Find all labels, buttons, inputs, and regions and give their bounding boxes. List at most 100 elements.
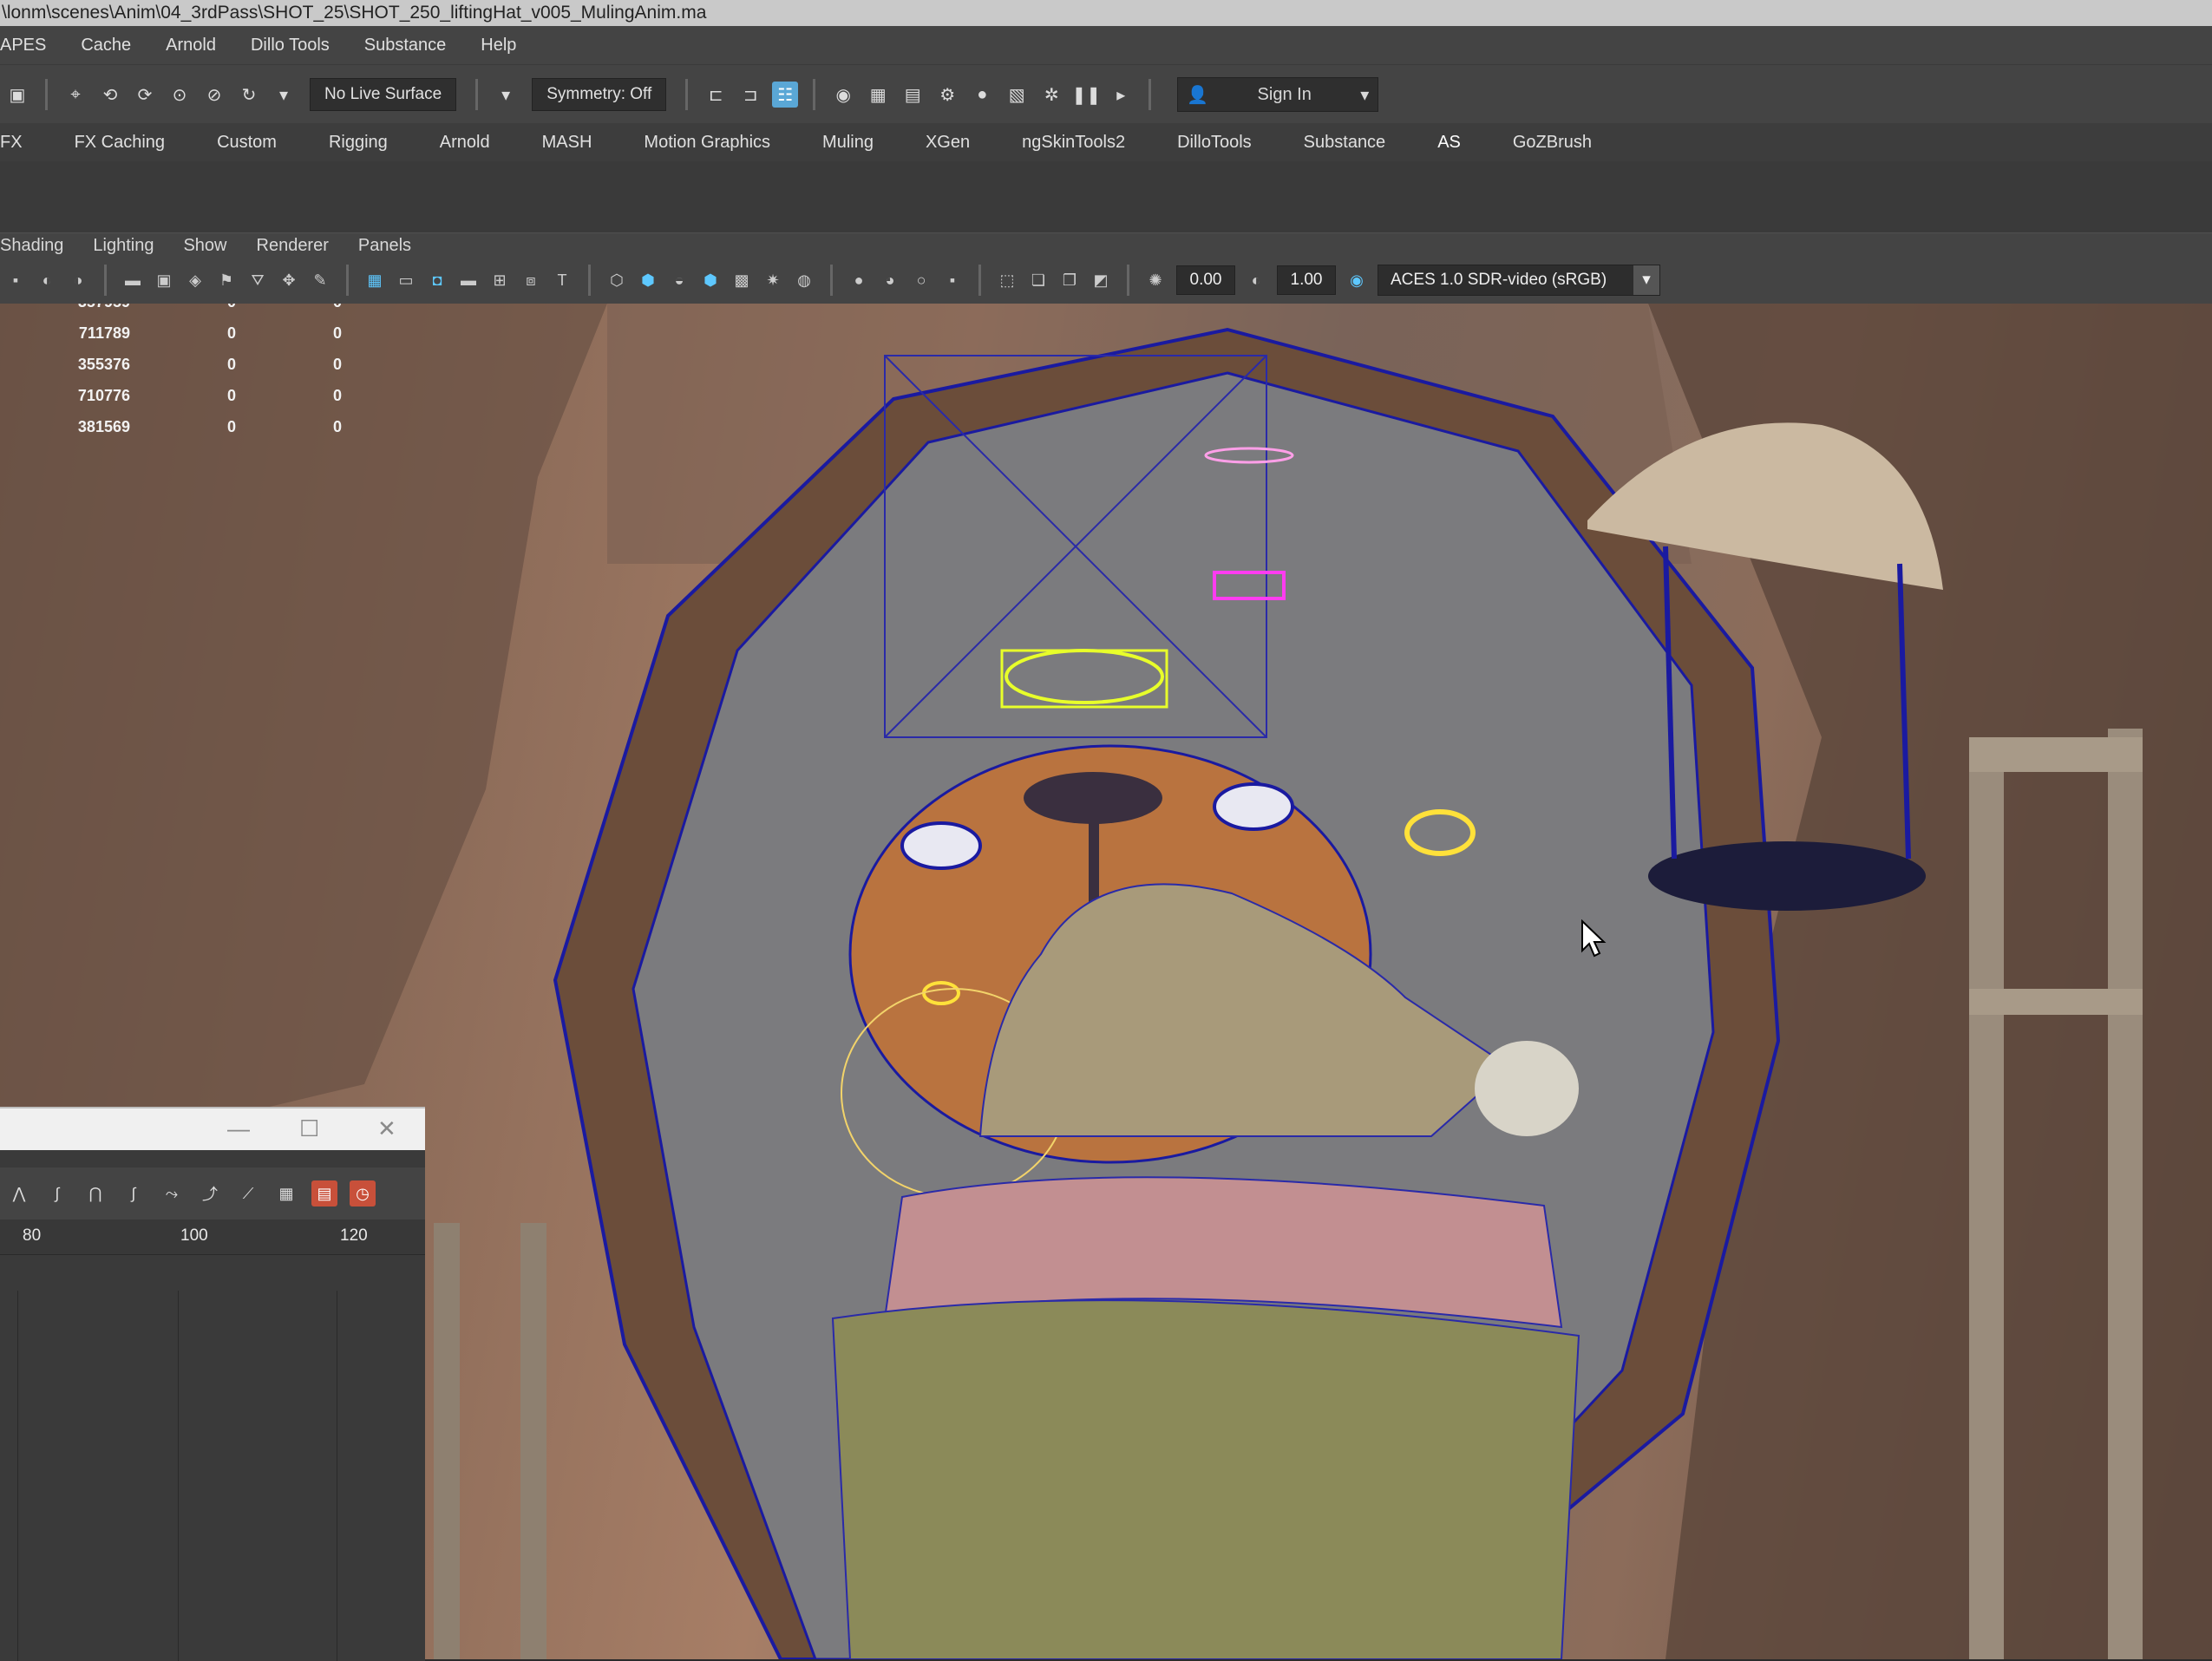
snap-vertex-icon[interactable]: ↻ [236,82,262,108]
render-sequence-icon[interactable]: ▧ [1004,82,1030,108]
tab-custom[interactable]: Custom [217,133,299,153]
tangent-linear-icon[interactable]: ∫ [121,1180,147,1207]
menu-substance[interactable]: Substance [364,36,447,56]
select-tool-icon[interactable]: ▣ [4,82,30,108]
keyframe-stats-icon[interactable]: ▤ [311,1180,337,1207]
motion-blur-icon[interactable]: ◕ [879,269,901,291]
render-frame-icon[interactable]: ▦ [865,82,891,108]
graph-editor-titlebar[interactable]: — ☐ ✕ [0,1108,425,1150]
safe-action-icon[interactable]: ⧈ [520,269,542,291]
resolution-gate-icon[interactable]: ◘ [426,269,448,291]
tab-arnold[interactable]: Arnold [440,133,513,153]
live-surface-field[interactable]: No Live Surface [310,78,457,111]
pause-icon[interactable]: ❚❚ [1072,82,1102,108]
tangent-step-icon[interactable]: ⤴ [197,1180,223,1207]
menu-lighting[interactable]: Lighting [93,236,154,256]
time-snap-icon[interactable]: ◷ [350,1180,376,1207]
arnold-render-icon[interactable]: ✲ [1038,82,1064,108]
shadows-icon[interactable]: ◍ [793,269,815,291]
camera-attributes-icon[interactable]: ◐ [36,269,58,291]
bookmark-flag-icon[interactable]: ⚑ [215,269,238,291]
tangent-flat-icon[interactable]: ⤳ [159,1180,185,1207]
symmetry-field[interactable]: Symmetry: Off [532,78,667,111]
dropdown-arrow-icon[interactable]: ▾ [271,82,297,108]
screen-space-ao-icon[interactable]: ● [847,269,870,291]
menu-cache[interactable]: Cache [81,36,131,56]
tab-motion-graphics[interactable]: Motion Graphics [644,133,793,153]
grease-pencil-icon[interactable]: ✎ [309,269,331,291]
buffer-curve-icon[interactable]: ▦ [273,1180,299,1207]
menu-renderer[interactable]: Renderer [257,236,329,256]
graph-editor-time-ruler[interactable]: 80 100 120 [0,1220,425,1255]
menu-shading[interactable]: Shading [0,236,63,256]
input-ops-icon[interactable]: ⊏ [703,82,729,108]
xray-icon[interactable]: ❏ [1027,269,1050,291]
tangent-clamped-icon[interactable]: ⋂ [82,1180,108,1207]
isolate-select-icon[interactable]: ⬚ [996,269,1018,291]
film-gate-icon[interactable]: ▭ [395,269,417,291]
tangent-plateau-icon[interactable]: ⟋ [235,1180,261,1207]
menu-dillo-tools[interactable]: Dillo Tools [251,36,330,56]
view-transform-select[interactable]: ACES 1.0 SDR-video (sRGB) ▾ [1378,265,1660,296]
tangent-auto-icon[interactable]: ⋀ [6,1180,32,1207]
field-chart-icon[interactable]: ⊞ [488,269,511,291]
select-camera-icon[interactable]: ▪ [4,269,27,291]
hypershade-icon[interactable]: ● [969,82,995,108]
render-settings-icon[interactable]: ⚙ [934,82,960,108]
menu-help[interactable]: Help [481,36,516,56]
grid-icon[interactable]: ▦ [363,269,386,291]
pan-zoom-icon[interactable]: ✥ [278,269,300,291]
xray-joints-icon[interactable]: ❐ [1058,269,1081,291]
lock-camera-icon[interactable]: ▣ [153,269,175,291]
lights-icon[interactable]: ✷ [762,269,784,291]
gamma-icon[interactable]: ◐ [1245,269,1267,291]
snap-view-icon[interactable]: ⊙ [167,82,193,108]
tab-ngskintools2[interactable]: ngSkinTools2 [1022,133,1148,153]
tab-gozbrush[interactable]: GoZBrush [1513,133,1614,153]
snap-point-icon[interactable]: ⟳ [132,82,158,108]
menu-arnold[interactable]: Arnold [166,36,216,56]
gate-mask-icon[interactable]: ▬ [457,269,480,291]
tab-rigging[interactable]: Rigging [329,133,410,153]
menu-panels[interactable]: Panels [358,236,411,256]
color-management-icon[interactable]: ◉ [1345,269,1368,291]
tab-as[interactable]: AS [1437,133,1483,153]
minimize-icon[interactable]: — [227,1115,250,1142]
tab-xgen[interactable]: XGen [926,133,992,153]
tab-muling[interactable]: Muling [822,133,896,153]
safe-title-icon[interactable]: T [551,269,573,291]
smooth-shade-icon[interactable]: ⬢ [637,269,659,291]
output-ops-icon[interactable]: ⊐ [737,82,763,108]
menu-show[interactable]: Show [183,236,226,256]
default-material-icon[interactable]: ◒ [668,269,690,291]
maximize-icon[interactable]: ☐ [299,1115,319,1142]
render-view-icon[interactable]: ◉ [830,82,856,108]
camera-icon[interactable]: ▬ [121,269,144,291]
menu-apes[interactable]: APES [0,36,46,56]
sign-in-button[interactable]: 👤 Sign In ▾ [1177,77,1379,112]
textured-icon[interactable]: ▩ [730,269,753,291]
snap-surface-icon[interactable]: ⊘ [201,82,227,108]
xray-components-icon[interactable]: ◩ [1090,269,1112,291]
snap-grid-icon[interactable]: ⌖ [62,82,88,108]
camera-gate-icon[interactable]: ◈ [184,269,206,291]
tab-dillotools[interactable]: DilloTools [1177,133,1274,153]
bookmark-icon[interactable]: ◑ [67,269,89,291]
gamma-field[interactable]: 1.00 [1277,265,1336,295]
graph-editor-canvas[interactable] [0,1291,425,1661]
close-icon[interactable]: ✕ [377,1115,396,1142]
wireframe-on-shaded-icon[interactable]: ⬢ [699,269,722,291]
exposure-icon[interactable]: ✺ [1144,269,1167,291]
anti-aliasing-icon[interactable]: ○ [910,269,933,291]
snap-curve-icon[interactable]: ⟲ [97,82,123,108]
ipr-render-icon[interactable]: ▤ [900,82,926,108]
tab-fx-caching[interactable]: FX Caching [75,133,188,153]
tab-mash[interactable]: MASH [542,133,615,153]
exposure-field[interactable]: 0.00 [1176,265,1235,295]
tab-substance[interactable]: Substance [1304,133,1409,153]
play-icon[interactable]: ▸ [1108,82,1134,108]
tangent-spline-icon[interactable]: ∫ [44,1180,70,1207]
wireframe-icon[interactable]: ⬡ [605,269,628,291]
construction-history-icon[interactable]: ☷ [772,82,799,108]
image-plane-icon[interactable]: ⛛ [246,269,269,291]
